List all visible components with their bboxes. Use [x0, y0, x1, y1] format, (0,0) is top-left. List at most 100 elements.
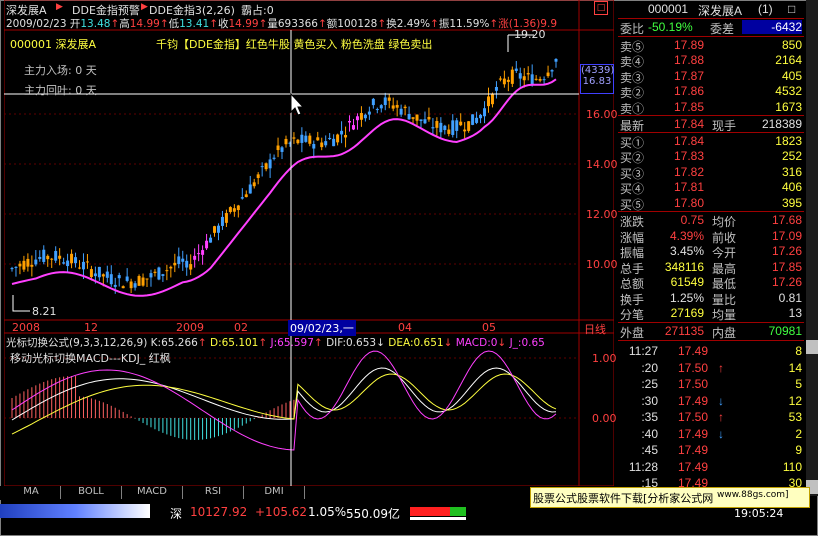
quote-panel: 000001 深发展A (1) □ 委比 -50.19% 委差 -6432 卖⑤… — [618, 0, 806, 496]
candle-body — [340, 130, 344, 135]
candle-body — [348, 120, 352, 123]
low-price-label: 8.21 — [32, 305, 57, 318]
candle-body — [308, 135, 312, 144]
candle-body — [336, 134, 340, 143]
candle-body — [224, 213, 228, 223]
candle-body — [276, 145, 280, 151]
candle-body — [272, 157, 276, 159]
tab-boll[interactable]: BOLL — [61, 486, 122, 499]
buy-row: 买⑤ 17.80 395 — [620, 195, 802, 212]
candle-body — [292, 137, 296, 139]
y-tick: 14.00 — [586, 158, 618, 171]
tab-dmi[interactable]: DMI — [244, 486, 305, 499]
tick-row: :35 17.50 ↑ 53 — [641, 410, 802, 424]
candle-body — [419, 119, 423, 122]
candle-body — [328, 137, 332, 140]
index-name: 深 — [170, 507, 183, 521]
candle-body — [280, 147, 284, 152]
candle-body — [379, 105, 383, 109]
candle-body — [260, 166, 264, 168]
candle-body — [443, 125, 447, 131]
candle-body — [248, 184, 252, 194]
candle-body — [89, 269, 93, 278]
candle-body — [81, 261, 85, 270]
candle-body — [391, 105, 395, 109]
sub-y-tick: 0.00 — [592, 412, 617, 425]
period-label[interactable]: 日线 — [584, 321, 606, 337]
candle-body — [105, 271, 109, 278]
candle-body — [522, 76, 526, 81]
scroll-up-icon[interactable] — [806, 340, 818, 354]
candle-body — [137, 276, 141, 286]
candle-body — [447, 129, 451, 134]
weibi-row: 委比 -50.19% 委差 -6432 — [620, 20, 802, 36]
close-icon[interactable]: □ — [788, 2, 795, 16]
tick-row: 11:27 17.49 8 — [628, 344, 802, 358]
candle-body — [125, 276, 129, 281]
candle-body — [427, 116, 431, 120]
index-amount: 550.09亿 — [346, 507, 400, 521]
market-breadth-down — [450, 507, 466, 516]
candle-body — [463, 129, 467, 132]
x-label: 02 — [234, 321, 248, 334]
x-label: 2009 — [176, 321, 204, 334]
y-tick: 10.00 — [586, 258, 618, 271]
candle-body — [459, 121, 463, 126]
candle-body — [220, 216, 224, 226]
sell-row: 卖④ 17.88 2164 — [620, 53, 802, 70]
candle-body — [514, 68, 518, 71]
sell-row: 卖② 17.86 4532 — [620, 84, 802, 101]
dropdown-arrow-icon-2[interactable]: ▶ — [141, 2, 148, 12]
candle-body — [550, 70, 554, 72]
quote-title: 000001 深发展A (1) □ — [648, 2, 796, 18]
candle-body — [121, 286, 125, 289]
candle-body — [268, 159, 272, 169]
tab-macd[interactable]: MACD — [122, 486, 183, 499]
expand-icon[interactable]: □ — [594, 1, 608, 15]
tick-row: :25 17.50 5 — [641, 377, 802, 391]
candle-body — [38, 256, 42, 259]
candle-body — [205, 240, 209, 249]
candle-body — [526, 73, 530, 75]
main-exit-label: 主力回叶: 0 天 — [24, 84, 97, 97]
candle-body — [320, 142, 324, 148]
candle-body — [439, 122, 443, 133]
candle-body — [387, 97, 391, 101]
candle-body — [149, 273, 153, 278]
candle-body — [193, 255, 197, 260]
candle-body — [486, 96, 490, 107]
candle-body — [141, 277, 145, 286]
tick-row: :40 17.49 ↓ 2 — [641, 426, 802, 441]
candle-body — [498, 78, 502, 80]
candle-body — [383, 97, 387, 106]
vertical-scrollbar[interactable] — [806, 0, 818, 496]
candle-body — [415, 114, 419, 121]
tab-rsi[interactable]: RSI — [183, 486, 244, 499]
mouse-cursor-icon — [290, 92, 305, 116]
candle-body — [375, 109, 379, 111]
candle-body — [395, 104, 399, 108]
candle-body — [324, 141, 328, 146]
candle-body — [407, 113, 411, 120]
candle-body — [129, 281, 133, 289]
candle-body — [173, 262, 177, 266]
candle-body — [502, 78, 506, 85]
candle-body — [542, 79, 546, 81]
x-label: 12 — [84, 321, 98, 334]
status-bar: 深 10127.92 +105.62 1.05% 550.09亿 19:05:2… — [0, 503, 818, 536]
candle-body — [161, 274, 165, 276]
candle-body — [423, 119, 427, 124]
candle-body — [50, 258, 54, 260]
candle-body — [371, 98, 375, 106]
candle-body — [363, 114, 367, 119]
tab-ma[interactable]: MA — [2, 486, 61, 499]
x-label: 2008 — [12, 321, 40, 334]
sell-row: 卖③ 17.87 405 — [620, 68, 802, 85]
candle-body — [284, 138, 288, 145]
chart-panel[interactable]: 深发展A ▶ DDE金指预警 ▶ DDE金指3(2,26) 霸占:0 □ 200… — [4, 0, 618, 486]
x-label: 05 — [482, 321, 496, 334]
current-price-tag: (4339) 16.83 — [580, 64, 614, 94]
candle-body — [153, 271, 157, 273]
candle-body — [332, 138, 336, 147]
dropdown-arrow-icon[interactable]: ▶ — [56, 2, 63, 12]
